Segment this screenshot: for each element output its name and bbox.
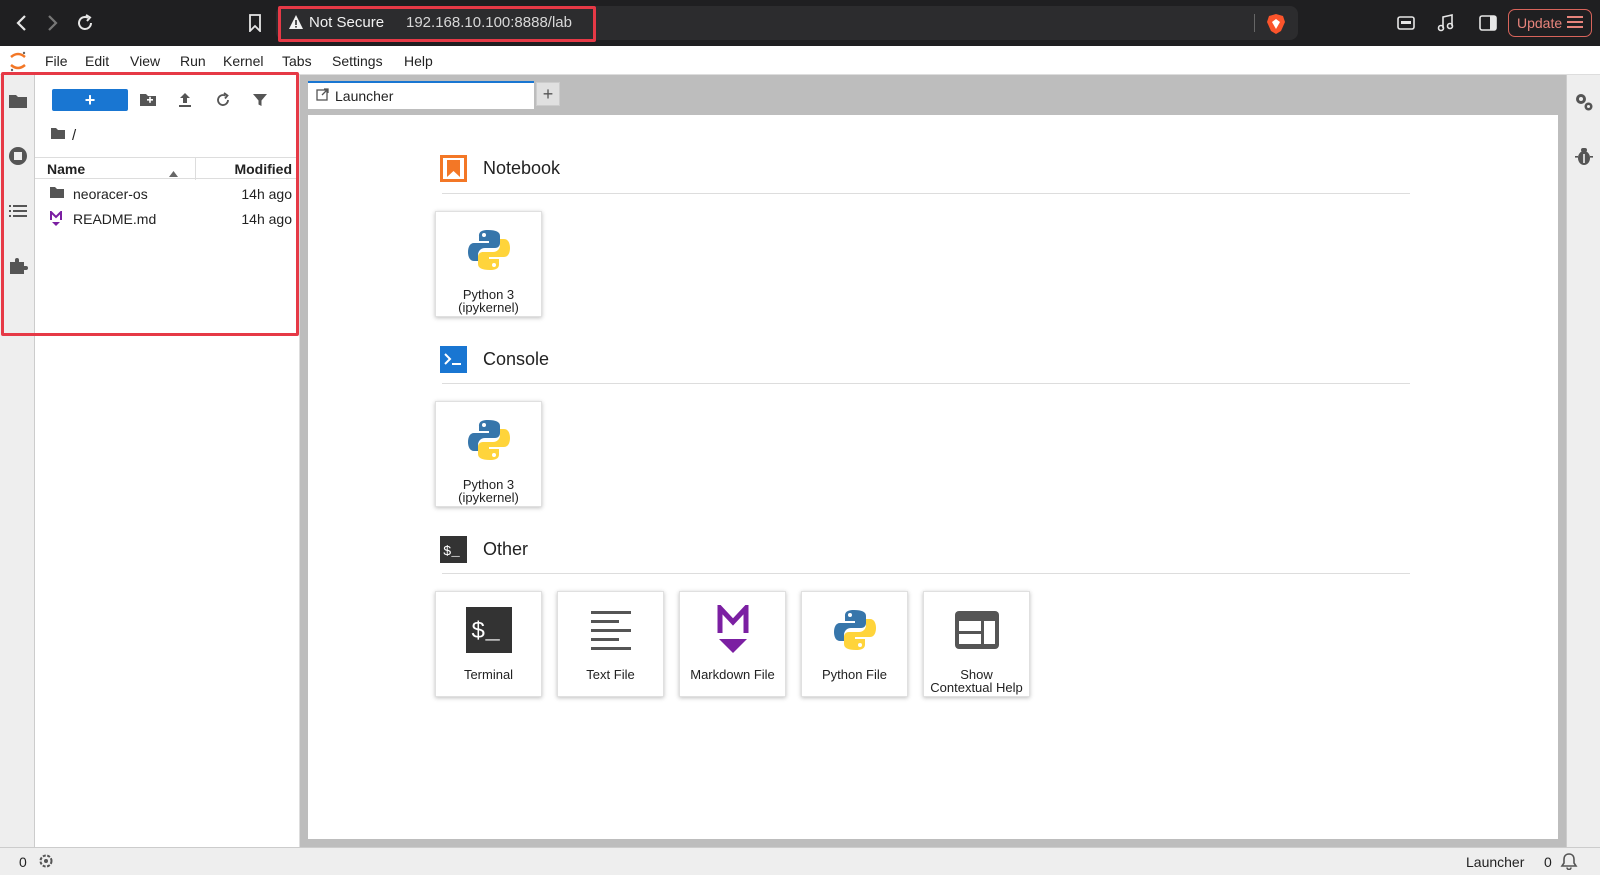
forward-icon[interactable]: [40, 10, 66, 36]
tab-launcher[interactable]: Launcher: [308, 81, 534, 109]
notification-count[interactable]: 0: [1544, 854, 1552, 870]
media-icon[interactable]: [1436, 13, 1456, 38]
menu-file[interactable]: File: [45, 53, 68, 69]
hamburger-icon: [1567, 15, 1584, 32]
bookmark-icon[interactable]: [242, 10, 268, 36]
python-logo-icon: [461, 412, 517, 468]
card-label: Terminal: [463, 667, 514, 682]
console-section-title: Console: [440, 346, 549, 373]
card-label: Python File: [821, 667, 888, 682]
menu-help[interactable]: Help: [404, 53, 433, 69]
other-section-title: $_ Other: [440, 536, 528, 563]
brave-shield-icon[interactable]: [1266, 13, 1286, 40]
property-inspector-gears-icon[interactable]: [1573, 91, 1595, 113]
launcher-panel: Notebook Python 3 (ipykernel) Console Py…: [308, 115, 1558, 839]
svg-text:$_: $_: [443, 544, 460, 560]
debugger-bug-icon[interactable]: [1573, 145, 1595, 167]
python-logo-icon: [461, 222, 517, 278]
sidebar-toggle-icon[interactable]: [1478, 13, 1498, 38]
status-bar: 0 Launcher 0: [0, 847, 1600, 875]
active-tab-label: Launcher: [1466, 854, 1525, 870]
right-sidebar-tabs: [1566, 75, 1600, 847]
menu-edit[interactable]: Edit: [85, 53, 109, 69]
notebook-icon: [440, 155, 467, 182]
menu-settings[interactable]: Settings: [332, 53, 383, 69]
tab-bar: Launcher +: [308, 75, 1566, 109]
launcher-card-python-file[interactable]: Python File: [801, 591, 908, 697]
back-icon[interactable]: [8, 10, 34, 36]
section-divider: [442, 193, 1410, 194]
card-label: Text File: [586, 667, 635, 682]
kernel-status-gear-icon[interactable]: [38, 853, 54, 872]
add-tab-button[interactable]: +: [536, 82, 560, 106]
launcher-card-markdown-file[interactable]: Markdown File: [679, 591, 786, 697]
menu-view[interactable]: View: [130, 53, 160, 69]
console-icon: [440, 346, 467, 373]
notebook-section-title: Notebook: [440, 155, 560, 182]
main-dock-area: Launcher + Notebook Python 3 (ipykernel)…: [308, 75, 1566, 847]
text-file-icon: [583, 602, 639, 658]
card-label: Show Contextual Help: [930, 667, 1023, 695]
update-label: Update: [1517, 15, 1563, 31]
tab-label: Launcher: [335, 88, 394, 104]
markdown-icon: [705, 602, 761, 658]
card-label: Python 3 (ipykernel): [458, 477, 519, 505]
notification-bell-icon[interactable]: [1560, 852, 1578, 873]
python-logo-icon: [827, 602, 883, 658]
section-label: Notebook: [483, 158, 561, 178]
panel-splitter[interactable]: [300, 75, 308, 847]
terminal-icon: $_: [461, 602, 517, 658]
kernel-count[interactable]: 0: [19, 854, 27, 870]
svg-text:$_: $_: [471, 619, 500, 646]
menu-bar: File Edit View Run Kernel Tabs Settings …: [0, 46, 1600, 75]
launcher-card-contextual-help[interactable]: Show Contextual Help: [923, 591, 1030, 697]
section-label: Console: [483, 349, 550, 369]
section-label: Other: [483, 539, 529, 559]
menu-run[interactable]: Run: [180, 53, 206, 69]
terminal-section-icon: $_: [440, 536, 467, 563]
wallet-icon[interactable]: [1396, 13, 1416, 38]
launcher-card-notebook-python3[interactable]: Python 3 (ipykernel): [435, 211, 542, 317]
file-browser-highlight-box: [1, 72, 299, 336]
menu-tabs[interactable]: Tabs: [282, 53, 312, 69]
reload-icon[interactable]: [72, 10, 98, 36]
launcher-card-console-python3[interactable]: Python 3 (ipykernel): [435, 401, 542, 507]
launcher-tab-icon: [316, 88, 329, 104]
launcher-card-text-file[interactable]: Text File: [557, 591, 664, 697]
section-divider: [442, 573, 1410, 574]
contextual-help-icon: [949, 602, 1005, 658]
browser-toolbar: Not Secure 192.168.10.100:8888/lab Updat…: [0, 0, 1600, 46]
update-button[interactable]: Update: [1508, 9, 1592, 37]
card-label: Markdown File: [690, 667, 775, 682]
address-highlight-box: [278, 6, 596, 42]
menu-kernel[interactable]: Kernel: [223, 53, 263, 69]
section-divider: [442, 383, 1410, 384]
card-label: Python 3 (ipykernel): [458, 287, 519, 315]
launcher-card-terminal[interactable]: $_ Terminal: [435, 591, 542, 697]
address-divider: [1254, 14, 1255, 32]
